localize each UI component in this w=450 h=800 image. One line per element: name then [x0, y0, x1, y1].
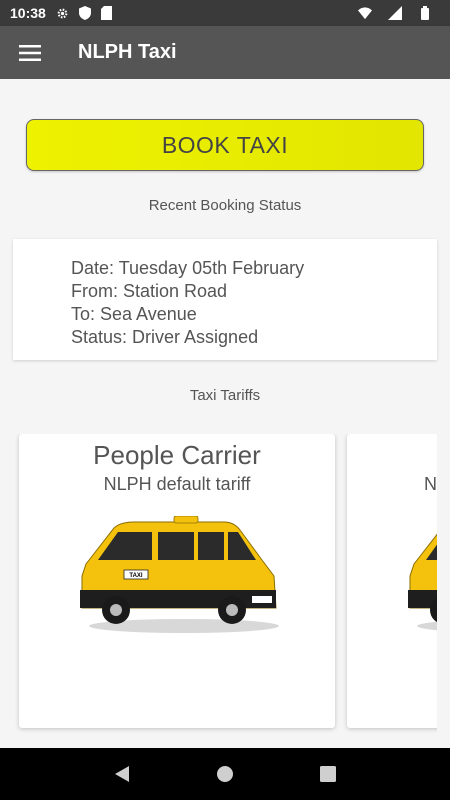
status-time: 10:38: [10, 5, 46, 21]
booking-from: From: Station Road: [71, 281, 228, 301]
tariff-name: [347, 440, 437, 471]
sd-card-icon: [100, 6, 114, 20]
booking-status: Status: Driver Assigned: [71, 327, 259, 347]
recents-icon[interactable]: [316, 762, 340, 786]
tariffs-heading: Taxi Tariffs: [189, 387, 261, 404]
taxi-van-image: [408, 533, 437, 631]
booking-date: Date: Tuesday 05th February: [71, 258, 305, 278]
home-icon[interactable]: [213, 762, 237, 786]
recent-booking-heading: Recent Booking Status: [148, 197, 302, 214]
back-icon[interactable]: [110, 762, 134, 786]
tariff-name: People Carrier: [93, 440, 261, 470]
battery-icon: [418, 6, 432, 20]
app-title: NLPH Taxi: [78, 41, 177, 63]
booking-to: To: Sea Avenue: [71, 304, 197, 324]
signal-icon: [388, 6, 402, 20]
taxi-van-image: TAXI: [80, 516, 279, 633]
status-bar: 10:38: [0, 0, 450, 26]
app-bar: NLPH Taxi: [0, 26, 450, 79]
tariff-card[interactable]: N: [347, 434, 437, 728]
book-taxi-button[interactable]: BOOK TAXI: [26, 119, 424, 171]
main-content[interactable]: BOOK TAXI Recent Booking Status Date: Tu…: [0, 79, 450, 748]
hamburger-menu-icon[interactable]: [0, 26, 60, 79]
tariff-description: N: [424, 474, 437, 494]
tariff-card[interactable]: People Carrier NLPH default tariff TAXI: [19, 434, 335, 728]
settings-icon: [56, 6, 70, 20]
tariff-description: NLPH default tariff: [103, 474, 251, 494]
van-taxi-sign: TAXI: [129, 573, 143, 579]
recent-booking-card[interactable]: Date: Tuesday 05th February From: Statio…: [13, 239, 437, 360]
wifi-icon: [358, 6, 372, 20]
system-nav-bar: [0, 748, 450, 800]
tariff-carousel[interactable]: People Carrier NLPH default tariff TAXI: [0, 434, 437, 734]
shield-icon: [78, 6, 92, 20]
